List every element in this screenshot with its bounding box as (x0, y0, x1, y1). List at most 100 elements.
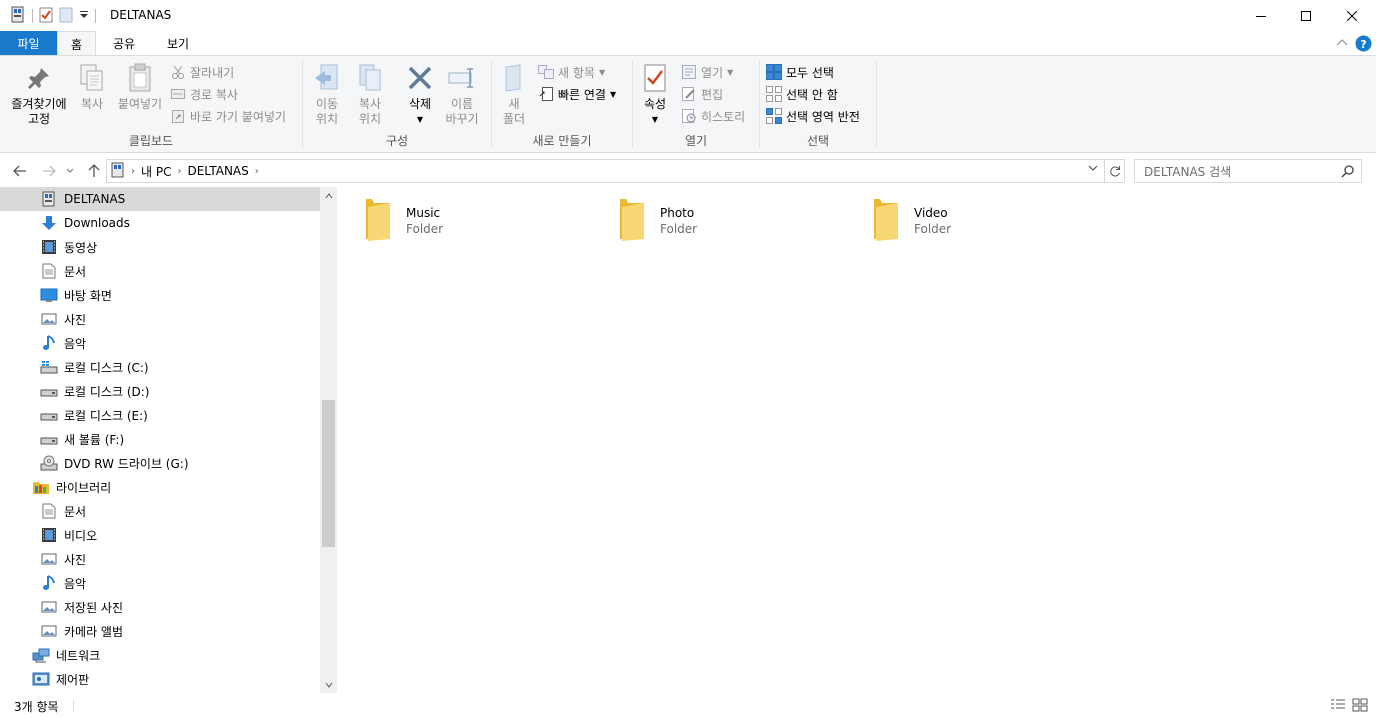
new-folder-qat-icon[interactable] (59, 7, 73, 26)
quick-access-toolbar (10, 6, 96, 26)
nav-item[interactable]: 저장된 사진 (0, 595, 320, 619)
large-icons-view-button[interactable] (1352, 698, 1368, 712)
new-folder-button[interactable]: 새 폴더 (498, 62, 530, 127)
qat-dropdown-icon[interactable] (79, 9, 89, 23)
recent-locations-button[interactable] (64, 162, 76, 180)
pin-to-quick-access-button[interactable]: 즐겨찾기에 고정 (6, 62, 72, 127)
video-folder-icon (40, 526, 58, 544)
nav-item[interactable]: 네트워크 (0, 643, 320, 667)
invert-selection-button[interactable]: 선택 영역 반전 (766, 106, 860, 126)
address-history-dropdown[interactable] (1088, 164, 1098, 174)
breadcrumb-separator-icon[interactable]: › (177, 166, 181, 177)
copy-path-button[interactable]: 경로 복사 (170, 84, 238, 104)
nav-item[interactable]: 로컬 디스크 (D:) (0, 379, 320, 403)
nav-item-label: 문서 (64, 264, 87, 279)
nav-item[interactable]: DVD RW 드라이브 (G:) (0, 451, 320, 475)
nav-item[interactable]: 사진 (0, 547, 320, 571)
scroll-thumb[interactable] (322, 400, 335, 547)
delete-dropdown-icon[interactable]: ▼ (417, 112, 423, 127)
nav-item[interactable]: 새 볼륨 (F:) (0, 427, 320, 451)
nav-item[interactable]: 바탕 화면 (0, 283, 320, 307)
nav-item[interactable]: 제어판 (0, 667, 320, 691)
breadcrumb-separator-icon[interactable]: › (255, 166, 259, 177)
properties-check-icon[interactable] (39, 7, 53, 26)
forward-button[interactable] (40, 162, 58, 180)
history-button[interactable]: 히스토리 (681, 106, 745, 126)
tab-file[interactable]: 파일 (0, 31, 57, 55)
help-icon[interactable]: ? (1355, 35, 1372, 55)
nav-item[interactable]: DELTANAS (0, 187, 320, 211)
control-panel-icon (32, 670, 50, 688)
properties-dropdown-icon[interactable]: ▼ (652, 112, 658, 127)
search-box[interactable]: DELTANAS 검색 (1134, 159, 1362, 183)
nav-item[interactable]: Downloads (0, 211, 320, 235)
easy-access-button[interactable]: 빠른 연결 ▼ (538, 84, 616, 104)
tab-home[interactable]: 홈 (57, 31, 96, 56)
nav-item-label: 로컬 디스크 (D:) (64, 384, 150, 399)
copy-to-icon (354, 62, 386, 94)
address-bar[interactable]: › 내 PC › DELTANAS › (106, 159, 1105, 183)
nav-item[interactable]: 음악 (0, 331, 320, 355)
paste-shortcut-button[interactable]: 바로 가기 붙여넣기 (170, 106, 286, 126)
select-none-button[interactable]: 선택 안 함 (766, 84, 838, 104)
organize-group-label: 구성 (385, 134, 409, 148)
nav-scrollbar[interactable] (320, 187, 337, 693)
back-arrow-icon (13, 165, 26, 177)
nas-drive-icon[interactable] (10, 6, 26, 27)
scroll-up-button[interactable] (320, 187, 337, 204)
copy-button[interactable]: 복사 (76, 62, 108, 112)
paste-button[interactable]: 붙여넣기 (114, 62, 166, 112)
search-icon[interactable] (1341, 164, 1355, 181)
rename-button[interactable]: 이름 바꾸기 (441, 62, 483, 127)
new-folder-icon (498, 62, 530, 94)
folder-item-photo[interactable]: Photo Folder (614, 197, 864, 245)
nav-item[interactable]: 동영상 (0, 235, 320, 259)
cut-button[interactable]: 잘라내기 (170, 62, 234, 82)
cut-label: 잘라내기 (190, 65, 235, 80)
folder-item-music[interactable]: Music Folder (360, 197, 610, 245)
tab-share[interactable]: 공유 (104, 31, 144, 55)
move-to-line2: 위치 (315, 112, 339, 126)
maximize-button[interactable] (1283, 0, 1329, 31)
close-button[interactable] (1329, 0, 1375, 31)
new-item-button[interactable]: 새 항목 ▼ (538, 62, 605, 82)
breadcrumb-deltanas[interactable]: DELTANAS (187, 164, 248, 178)
nav-item[interactable]: 문서 (0, 259, 320, 283)
breadcrumb-this-pc[interactable]: 내 PC (141, 163, 171, 180)
pin-label-line2: 고정 (27, 112, 51, 126)
edit-button[interactable]: 편집 (681, 84, 723, 104)
navigation-pane: DELTANAS Downloads 동영상 문서 바탕 화면 사진 음악 로컬 디스크 (C… (0, 187, 338, 693)
nav-item[interactable]: 로컬 디스크 (C:) (0, 355, 320, 379)
nav-item[interactable]: 사진 (0, 307, 320, 331)
nav-item[interactable]: 라이브러리 (0, 475, 320, 499)
copy-to-button[interactable]: 복사 위치 (352, 62, 388, 127)
properties-label: 속성 (643, 97, 667, 111)
nav-item[interactable]: 음악 (0, 571, 320, 595)
delete-button[interactable]: 삭제 ▼ (403, 62, 437, 127)
breadcrumb-separator-icon[interactable]: › (131, 166, 135, 177)
nav-item[interactable]: 비디오 (0, 523, 320, 547)
back-button[interactable] (11, 162, 29, 180)
chevron-down-icon (1088, 165, 1098, 171)
move-to-line1: 이동 (315, 97, 339, 111)
details-view-button[interactable] (1330, 698, 1346, 712)
refresh-button[interactable] (1105, 159, 1125, 183)
nav-item-label: 비디오 (64, 528, 98, 543)
new-item-label: 새 항목 (558, 65, 595, 80)
file-list: Music Folder Photo Folder Video Folder (338, 187, 1376, 693)
nav-item[interactable]: 카메라 앨범 (0, 619, 320, 643)
open-button[interactable]: 열기 ▼ (681, 62, 733, 82)
nav-item[interactable]: 로컬 디스크 (E:) (0, 403, 320, 427)
folder-item-video[interactable]: Video Folder (868, 197, 1118, 245)
up-button[interactable] (85, 162, 103, 180)
history-icon (681, 108, 697, 124)
scroll-down-button[interactable] (320, 676, 337, 693)
nav-item[interactable]: 문서 (0, 499, 320, 523)
move-to-button[interactable]: 이동 위치 (309, 62, 345, 127)
tab-view[interactable]: 보기 (158, 31, 198, 55)
properties-button[interactable]: 속성 ▼ (639, 62, 671, 127)
minimize-button[interactable] (1238, 0, 1284, 31)
new-folder-line2: 폴더 (502, 112, 526, 126)
select-all-button[interactable]: 모두 선택 (766, 62, 834, 82)
collapse-ribbon-icon[interactable] (1336, 37, 1348, 51)
